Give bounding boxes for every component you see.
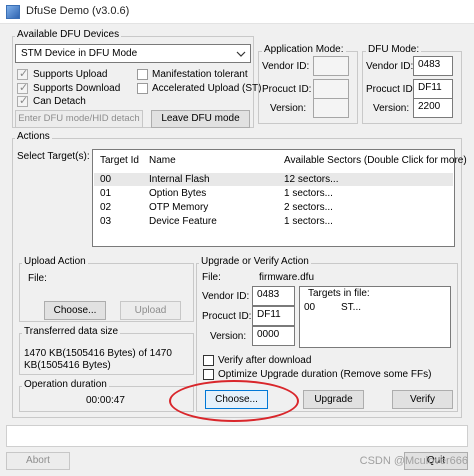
upgrade-file-name: firmware.dfu [259,272,315,283]
optimize-upgrade-label: Optimize Upgrade duration (Remove some F… [218,369,432,380]
target-name: Device Feature [149,216,217,227]
target-sectors: 12 sectors... [284,174,339,185]
abort-button[interactable]: Abort [6,452,70,470]
supports-upload-label: Supports Upload [33,69,108,80]
target-id: 01 [100,188,112,199]
verify-after-download-checkbox[interactable] [203,355,214,366]
transferred-size-line1: 1470 KB(1505416 Bytes) of 1470 [24,348,172,359]
upload-button[interactable]: Upload [120,301,181,320]
dfu-product-id-field: DF11 [413,79,453,99]
leave-dfu-mode-button[interactable]: Leave DFU mode [151,110,250,128]
target-name: OTP Memory [149,202,209,213]
targets-header-row: Target Id Name Available Sectors (Double… [93,154,467,167]
operation-duration-value: 00:00:47 [86,395,125,406]
upgrade-verify-legend: Upgrade or Verify Action [199,256,311,268]
supports-upload-checkbox[interactable]: ✓ [17,68,29,80]
watermark-text: CSDN @Mculover666 [359,455,468,467]
available-dfu-devices-legend: Available DFU Devices [15,29,122,41]
transferred-size-line2: KB(1505416 Bytes) [24,360,111,371]
app-product-id-field [313,79,349,99]
targets-in-file-row[interactable]: 00 ST... [301,301,449,314]
operation-duration-legend: Operation duration [22,379,109,391]
app-icon [6,5,20,19]
target-row[interactable]: 00 Internal Flash 12 sectors... [94,173,453,186]
app-version-label: Version: [270,103,307,114]
file-target-id: 00 [304,302,316,313]
target-name: Option Bytes [149,188,207,199]
upgrade-product-id-field: DF11 [252,306,295,326]
target-id: 03 [100,216,112,227]
target-row[interactable]: 01 Option Bytes 1 sectors... [94,187,453,200]
can-detach-checkbox[interactable]: ✓ [17,95,29,107]
target-row[interactable]: 03 Device Feature 1 sectors... [94,215,453,228]
upgrade-product-id-label: Procuct ID: [202,311,252,322]
target-sectors: 2 sectors... [284,202,333,213]
upgrade-vendor-id-label: Vendor ID: [202,291,250,302]
verify-button[interactable]: Verify [392,390,453,409]
upload-choose-button[interactable]: Choose... [44,301,106,320]
app-vendor-id-field [313,56,349,76]
status-bar [6,425,468,447]
target-name: Internal Flash [149,174,210,185]
app-product-id-label: Procuct ID: [262,84,312,95]
dfu-version-field: 2200 [413,98,453,118]
target-id: 00 [100,174,112,185]
targets-in-file-list[interactable]: Targets in file: 00 ST... [299,286,451,348]
chevron-down-icon[interactable] [234,48,248,60]
application-mode-legend: Application Mode: [262,44,346,56]
verify-after-download-label: Verify after download [218,355,312,366]
target-sectors: 1 sectors... [284,216,333,227]
dfu-product-id-label: Procuct ID: [366,84,416,95]
upgrade-button[interactable]: Upgrade [303,390,364,409]
app-vendor-id-label: Vendor ID: [262,61,310,72]
targets-in-file-label: Targets in file: [308,288,370,299]
manifestation-tolerant-label: Manifestation tolerant [152,69,248,80]
manifestation-tolerant-checkbox[interactable] [137,69,148,80]
column-header-name[interactable]: Name [149,154,176,167]
transferred-data-legend: Transferred data size [22,326,121,338]
annotation-circle [169,380,299,422]
target-id: 02 [100,202,112,213]
can-detach-label: Can Detach [33,96,86,107]
window-title: DfuSe Demo (v3.0.6) [26,5,130,17]
target-row[interactable]: 02 OTP Memory 2 sectors... [94,201,453,214]
supports-download-checkbox[interactable]: ✓ [17,82,29,94]
accelerated-upload-label: Accelerated Upload (ST) [152,83,262,94]
target-sectors: 1 sectors... [284,188,333,199]
device-combo[interactable]: STM Device in DFU Mode [15,44,251,63]
checkmark-icon: ✓ [19,95,29,107]
actions-legend: Actions [15,131,52,143]
app-version-field [313,98,349,118]
checkmark-icon: ✓ [19,68,29,80]
dfu-mode-legend: DFU Mode: [366,44,422,56]
dfu-version-label: Version: [373,103,410,114]
enter-dfu-mode-button[interactable]: Enter DFU mode/HID detach [15,110,143,128]
column-header-target-id[interactable]: Target Id [100,154,139,167]
accelerated-upload-checkbox[interactable] [137,83,148,94]
dfu-vendor-id-label: Vendor ID: [366,61,414,72]
dfu-vendor-id-field: 0483 [413,56,453,76]
targets-list[interactable]: Target Id Name Available Sectors (Double… [92,149,467,247]
file-target-name: ST... [341,302,362,313]
upgrade-version-label: Version: [210,331,247,342]
select-targets-label: Select Target(s): [17,151,90,162]
column-header-sectors[interactable]: Available Sectors (Double Click for more… [284,154,467,167]
title-bar: DfuSe Demo (v3.0.6) [0,0,474,24]
optimize-upgrade-checkbox[interactable] [203,369,214,380]
checkmark-icon: ✓ [19,82,29,94]
upgrade-vendor-id-field: 0483 [252,286,295,306]
upload-file-label: File: [28,273,47,284]
upgrade-file-label: File: [202,272,221,283]
supports-download-label: Supports Download [33,83,121,94]
upload-action-legend: Upload Action [22,256,88,268]
upgrade-version-field: 0000 [252,326,295,346]
device-combo-value: STM Device in DFU Mode [21,48,138,59]
